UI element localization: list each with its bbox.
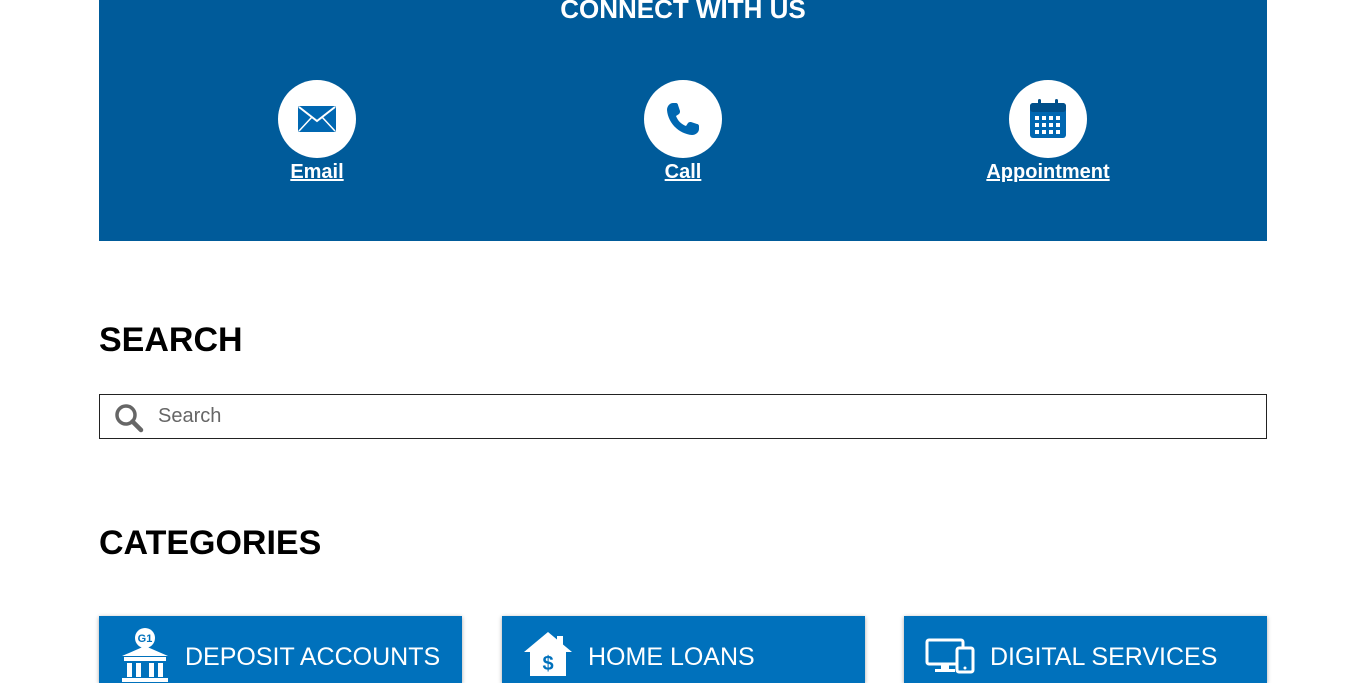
search-input[interactable] [158, 395, 1258, 438]
category-card-digital-services[interactable]: DIGITAL SERVICES [904, 616, 1267, 683]
connect-with-us-panel: CONNECT WITH US Email Call Appointment [99, 0, 1267, 241]
email-icon-circle[interactable] [278, 80, 356, 158]
envelope-icon [298, 106, 336, 132]
connect-title: CONNECT WITH US [560, 0, 806, 24]
call-link[interactable]: Call [583, 80, 783, 184]
calendar-icon [1030, 99, 1066, 138]
email-label[interactable]: Email [217, 160, 417, 184]
house-dollar-icon: $ [524, 632, 572, 676]
phone-icon [667, 103, 699, 135]
search-heading: SEARCH [99, 321, 243, 359]
category-label-home-loans[interactable]: HOME LOANS [588, 642, 755, 672]
categories-heading: CATEGORIES [99, 524, 322, 562]
call-icon-circle[interactable] [644, 80, 722, 158]
search-icon [115, 404, 144, 433]
category-label-deposit-accounts[interactable]: DEPOSIT ACCOUNTS [185, 642, 440, 672]
search-box[interactable] [99, 394, 1267, 439]
appointment-icon-circle[interactable] [1009, 80, 1087, 158]
category-card-home-loans[interactable]: $ HOME LOANS [502, 616, 865, 683]
svg-text:$: $ [542, 653, 553, 675]
bank-icon-badge: G1 [138, 633, 153, 645]
bank-icon: G1 [122, 628, 168, 682]
appointment-link[interactable]: Appointment [948, 80, 1148, 184]
devices-icon [925, 638, 975, 674]
email-link[interactable]: Email [217, 80, 417, 184]
call-label[interactable]: Call [583, 160, 783, 184]
category-label-digital-services[interactable]: DIGITAL SERVICES [990, 642, 1217, 672]
appointment-label[interactable]: Appointment [948, 160, 1148, 184]
category-card-deposit-accounts[interactable]: G1 DEPOSIT ACCOUNTS [99, 616, 462, 683]
